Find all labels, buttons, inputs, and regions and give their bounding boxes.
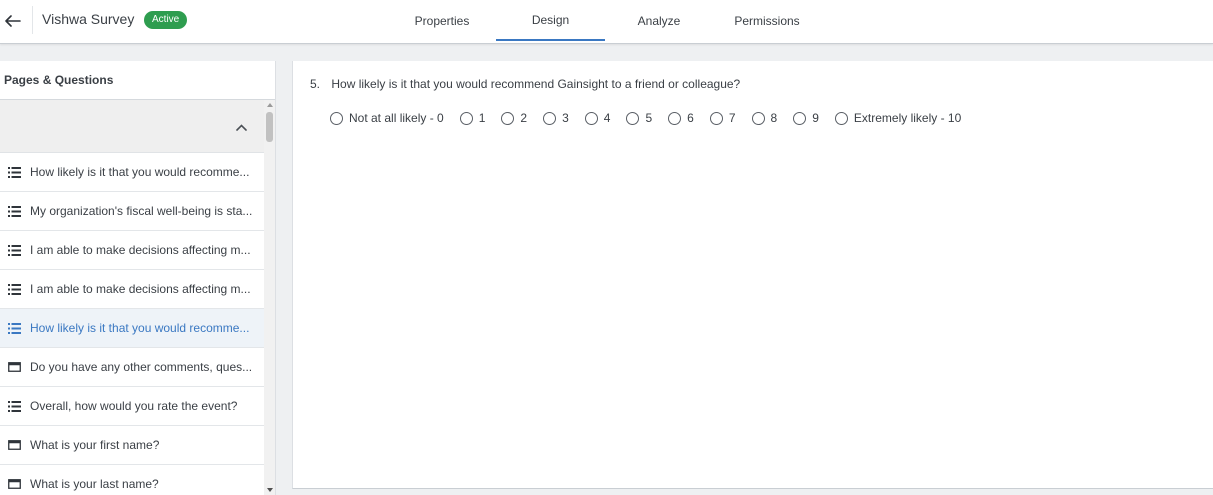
list-icon: [8, 166, 22, 178]
option-label: 7: [728, 111, 736, 125]
question-item-label: How likely is it that you would recomme.…: [30, 165, 250, 179]
header-divider: [32, 6, 33, 34]
question-item[interactable]: My organization's fiscal well-being is s…: [0, 192, 264, 231]
text-box-icon: [8, 478, 22, 490]
question-item[interactable]: What is your last name?: [0, 465, 264, 495]
radio-button[interactable]: [459, 111, 473, 125]
question-preview-panel: 5. How likely is it that you would recom…: [292, 61, 1213, 489]
option-label: 6: [687, 111, 694, 125]
question-title: 5. How likely is it that you would recom…: [310, 77, 740, 91]
question-item[interactable]: What is your first name?: [0, 426, 264, 465]
sidebar-scrollbar[interactable]: [264, 100, 275, 495]
tab-design[interactable]: Design: [496, 0, 605, 41]
option-label: Not at all likely - 0: [349, 111, 444, 125]
triangle-down-icon: [266, 488, 273, 492]
list-icon: [8, 283, 22, 295]
radio-button[interactable]: [793, 111, 807, 125]
radio-button[interactable]: [709, 111, 723, 125]
option-label: 1: [478, 111, 486, 125]
question-item-label: My organization's fiscal well-being is s…: [30, 204, 253, 218]
question-item-label: I am able to make decisions affecting m.…: [30, 243, 251, 257]
question-item-label: How likely is it that you would recomme.…: [30, 321, 250, 335]
question-item[interactable]: Do you have any other comments, ques...: [0, 348, 264, 387]
question-number: 5.: [310, 77, 321, 91]
tab-analyze[interactable]: Analyze: [605, 0, 713, 41]
question-list: How likely is it that you would recomme.…: [0, 100, 264, 495]
option-label: 8: [770, 111, 778, 125]
option-label: Extremely likely - 10: [853, 111, 962, 125]
rating-option-3[interactable]: 3: [543, 111, 569, 125]
radio-button[interactable]: [834, 111, 848, 125]
option-label: 3: [562, 111, 569, 125]
radio-button[interactable]: [543, 111, 557, 125]
rating-option-2[interactable]: 2: [501, 111, 527, 125]
triangle-up-icon: [266, 103, 273, 107]
scrollbar-thumb[interactable]: [266, 112, 273, 142]
question-item-label: What is your last name?: [30, 477, 159, 491]
text-box-icon: [8, 361, 22, 373]
question-item-label: Do you have any other comments, ques...: [30, 360, 253, 374]
rating-option-10[interactable]: Extremely likely - 10: [834, 111, 962, 125]
rating-option-0[interactable]: Not at all likely - 0: [330, 111, 444, 125]
list-icon: [8, 205, 22, 217]
option-label: 2: [520, 111, 528, 125]
radio-button[interactable]: [626, 111, 640, 125]
question-text: How likely is it that you would recommen…: [331, 77, 741, 91]
radio-button[interactable]: [584, 111, 598, 125]
rating-option-7[interactable]: 7: [709, 111, 736, 125]
collapse-button[interactable]: [234, 120, 248, 134]
question-item[interactable]: How likely is it that you would recomme.…: [0, 153, 264, 192]
tab-permissions[interactable]: Permissions: [713, 0, 821, 41]
rating-option-1[interactable]: 1: [459, 111, 486, 125]
back-button[interactable]: [2, 8, 24, 34]
option-label: 9: [812, 111, 819, 125]
question-item[interactable]: Overall, how would you rate the event?: [0, 387, 264, 426]
survey-title: Vishwa Survey: [42, 11, 135, 27]
rating-option-9[interactable]: 9: [793, 111, 819, 125]
top-header: Vishwa Survey Active Properties Design A…: [0, 0, 1213, 44]
question-item-label: Overall, how would you rate the event?: [30, 399, 238, 413]
question-item-label: I am able to make decisions affecting m.…: [30, 282, 251, 296]
list-icon: [8, 322, 22, 334]
list-icon: [8, 400, 22, 412]
rating-options: Not at all likely - 0 1 2 3 4 5 6 7 8 9 …: [330, 111, 977, 125]
question-item[interactable]: I am able to make decisions affecting m.…: [0, 270, 264, 309]
question-item[interactable]: I am able to make decisions affecting m.…: [0, 231, 264, 270]
list-icon: [8, 244, 22, 256]
question-item-label: What is your first name?: [30, 438, 160, 452]
radio-button[interactable]: [330, 111, 343, 125]
rating-option-5[interactable]: 5: [626, 111, 652, 125]
rating-option-4[interactable]: 4: [584, 111, 611, 125]
scroll-up-button[interactable]: [264, 100, 275, 110]
rating-option-6[interactable]: 6: [668, 111, 694, 125]
scroll-down-button[interactable]: [264, 485, 275, 495]
option-label: 5: [645, 111, 653, 125]
radio-button[interactable]: [751, 111, 765, 125]
rating-option-8[interactable]: 8: [751, 111, 778, 125]
text-box-icon: [8, 439, 22, 451]
sidebar: Pages & Questions How likely is it that …: [0, 61, 276, 495]
radio-button[interactable]: [501, 111, 515, 125]
arrow-left-icon: [5, 15, 21, 27]
radio-button[interactable]: [668, 111, 682, 125]
option-label: 4: [603, 111, 611, 125]
page-group-header[interactable]: [0, 100, 264, 153]
tab-properties[interactable]: Properties: [388, 0, 496, 41]
question-item-selected[interactable]: How likely is it that you would recomme.…: [0, 309, 264, 348]
sidebar-heading: Pages & Questions: [0, 61, 275, 100]
status-badge: Active: [144, 11, 188, 29]
chevron-up-icon: [235, 123, 247, 131]
